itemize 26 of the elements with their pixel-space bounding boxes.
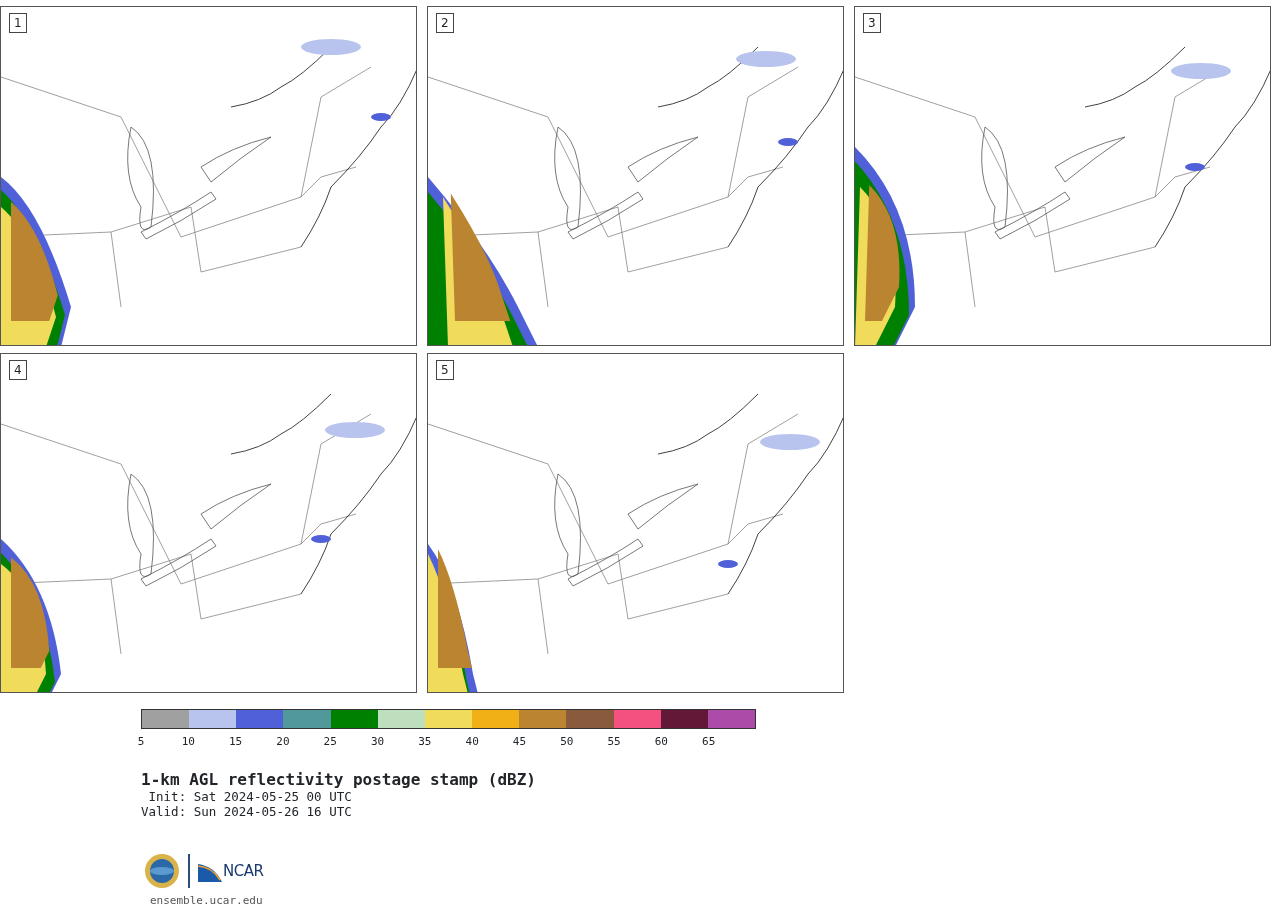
scale-tick-label: 65 [701, 734, 717, 750]
scale-tick-label: 35 [417, 734, 433, 750]
scale-tick-label: 15 [228, 734, 244, 750]
chart-title: 1-km AGL reflectivity postage stamp (dBZ) [141, 771, 537, 789]
valid-time: Valid: Sun 2024-05-26 16 UTC [141, 804, 353, 819]
scale-tick-label: 10 [180, 734, 196, 750]
panel-number: 2 [436, 13, 454, 33]
panel-number: 1 [9, 13, 27, 33]
scale-tick-label: 5 [136, 734, 146, 750]
scale-tick-label: 25 [322, 734, 338, 750]
scale-tick-label: 50 [559, 734, 575, 750]
scale-tick-label: 55 [606, 734, 622, 750]
scale-tick-label: 40 [464, 734, 480, 750]
website-url: ensemble.ucar.edu [150, 893, 264, 909]
scale-tick-label: 20 [275, 734, 291, 750]
divider-line-icon [188, 854, 190, 888]
scale-tick-label: 30 [369, 734, 386, 750]
logo-text: NCAR [223, 860, 264, 882]
swoosh-logo-icon [198, 864, 222, 883]
seal-logo [144, 853, 180, 889]
panel-number: 5 [436, 360, 454, 380]
scale-tick-label: 60 [653, 734, 669, 750]
scale-tick-label: 45 [511, 734, 528, 750]
init-time: Init: Sat 2024-05-25 00 UTC [147, 789, 353, 804]
panel-number: 3 [863, 13, 881, 33]
panel-number: 4 [9, 360, 27, 380]
